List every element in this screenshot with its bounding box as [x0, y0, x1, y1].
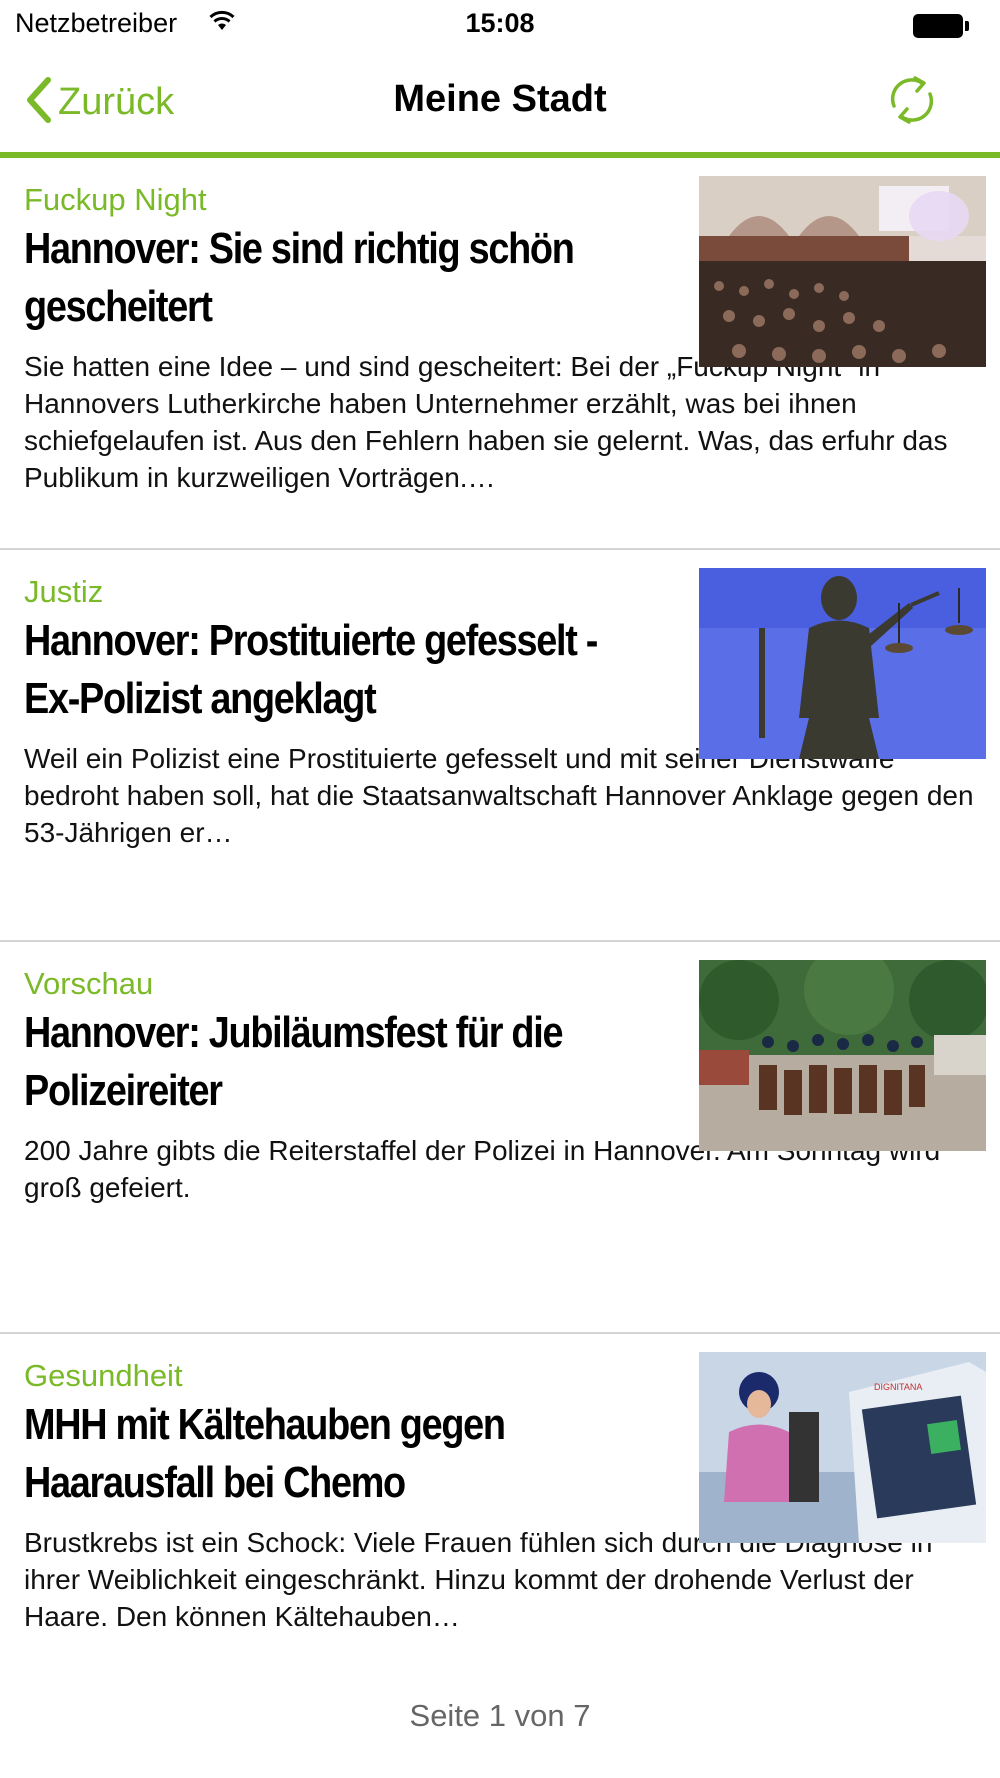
article-list-item[interactable]: Gesundheit MHH mit Kältehauben gegen Haa… [0, 1334, 1000, 1724]
device-brand-label: DIGNITANA [874, 1382, 922, 1392]
article-thumbnail[interactable] [699, 568, 986, 759]
article-headline[interactable]: Hannover: Sie sind richtig schön geschei… [24, 220, 600, 336]
article-headline[interactable]: Hannover: Jubiläumsfest für die Polizeir… [24, 1004, 600, 1120]
article-list-item[interactable]: Vorschau Hannover: Jubiläumsfest für die… [0, 942, 1000, 1334]
article-category: Vorschau [24, 966, 154, 1001]
battery-icon [913, 14, 969, 38]
article-headline[interactable]: MHH mit Kältehauben gegen Haarausfall be… [24, 1396, 600, 1512]
clock: 15:08 [465, 8, 535, 38]
page-title: Meine Stadt [393, 78, 607, 120]
article-list-item[interactable]: Fuckup Night Hannover: Sie sind richtig … [0, 158, 1000, 550]
refresh-button[interactable] [882, 70, 942, 130]
article-thumbnail[interactable] [699, 960, 986, 1151]
status-bar: Netzbetreiber 15:08 [0, 0, 1000, 52]
article-list-item[interactable]: Justiz Hannover: Prostituierte gefesselt… [0, 550, 1000, 942]
article-teaser: Sie hatten eine Idee – und sind gescheit… [24, 351, 948, 493]
article-headline[interactable]: Hannover: Prostituierte gefesselt - Ex-P… [24, 612, 600, 728]
article-thumbnail[interactable]: DIGNITANA [699, 1352, 986, 1543]
article-category: Justiz [24, 574, 104, 609]
navigation-bar: Zurück Meine Stadt [0, 52, 1000, 158]
refresh-icon [890, 76, 934, 124]
article-category: Gesundheit [24, 1358, 183, 1393]
article-category: Fuckup Night [24, 182, 207, 217]
page-indicator: Seite 1 von 7 [409, 1698, 591, 1733]
article-thumbnail[interactable] [699, 176, 986, 367]
